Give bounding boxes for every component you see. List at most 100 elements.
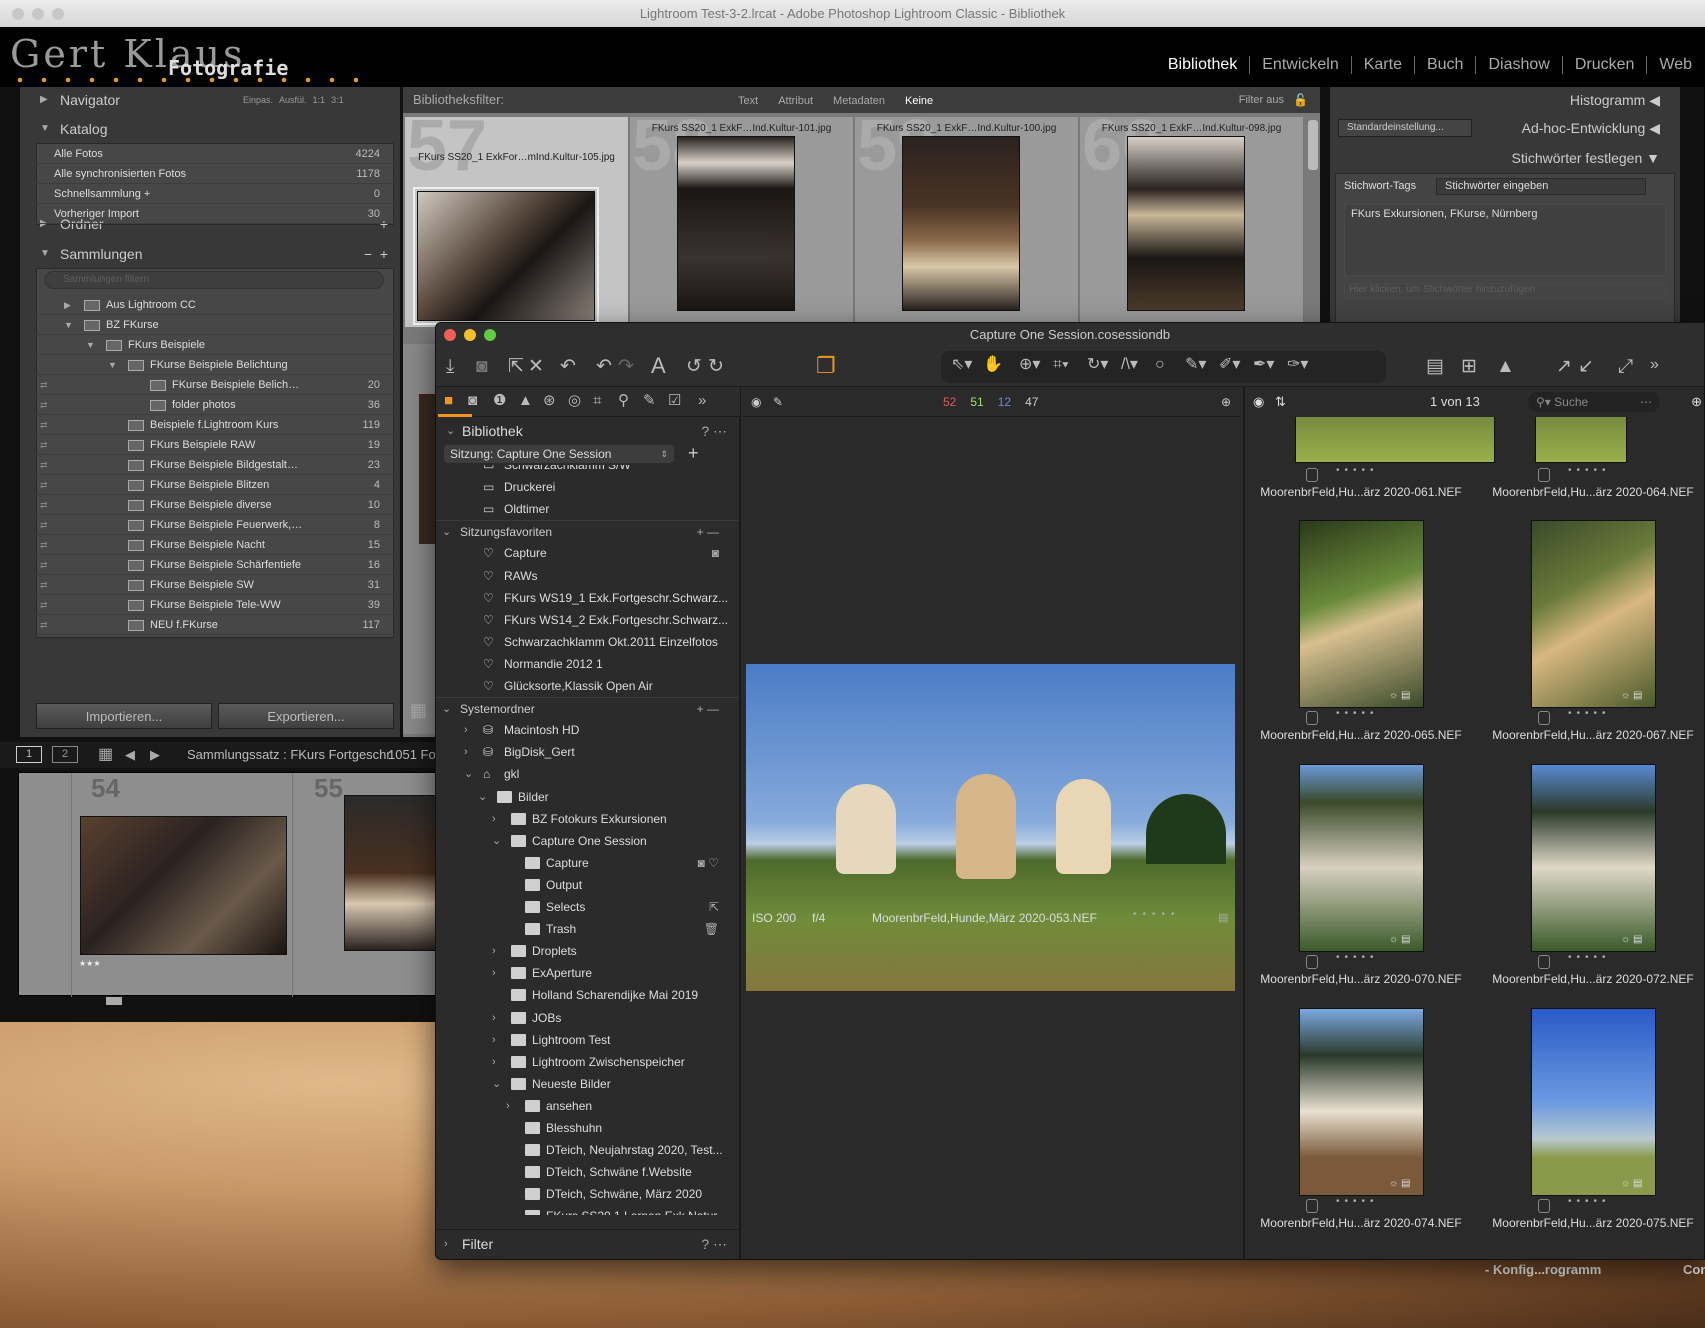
collection-item[interactable]: ⇄ FKurse Beispiele Feuerwerk,… 8 xyxy=(36,515,394,535)
star-rating[interactable]: ••••• xyxy=(1568,1196,1611,1207)
camera-icon[interactable]: ◙ xyxy=(476,357,487,376)
filter-option-keine[interactable]: Keine xyxy=(905,95,933,107)
close-button[interactable] xyxy=(444,329,456,341)
chevron-down-icon[interactable]: ⌄ xyxy=(442,698,451,719)
select-checkbox[interactable] xyxy=(1538,468,1550,482)
module-entwickeln[interactable]: Entwickeln xyxy=(1250,56,1352,74)
library-item[interactable]: DTeich, Schwäne f.Website xyxy=(436,1161,739,1183)
chevron-down-icon[interactable]: ⌄ xyxy=(478,786,487,808)
zoom-option[interactable]: 3:1 xyxy=(331,95,344,105)
forward-arrow-icon[interactable]: ▶ xyxy=(150,742,160,768)
expand-icon[interactable]: ▶ xyxy=(64,295,71,315)
katalog-item[interactable]: Vorheriger Import 30 xyxy=(36,204,394,224)
thumbnail[interactable] xyxy=(1535,417,1627,463)
chevron-down-icon[interactable]: ⌄ xyxy=(442,521,451,542)
rotate-right-icon[interactable]: ↻ xyxy=(708,357,724,376)
chevron-right-icon[interactable]: › xyxy=(492,808,496,830)
library-item[interactable]: ▭ Schwarzachklamm S/W xyxy=(436,465,739,476)
zoom-option[interactable]: 1:1 xyxy=(313,95,326,105)
keywording-header[interactable]: Stichwörter festlegen ▼ xyxy=(1512,150,1660,166)
star-rating[interactable]: ••••• xyxy=(1568,465,1611,476)
chevron-right-icon[interactable]: › xyxy=(492,940,496,962)
star-rating[interactable]: ••••• xyxy=(1336,708,1379,719)
zoom-button[interactable] xyxy=(484,329,496,341)
row-action-icons[interactable]: + — xyxy=(697,698,719,719)
desktop-file-label[interactable]: Con xyxy=(1683,1262,1705,1277)
select-checkbox[interactable] xyxy=(1306,955,1318,969)
grid-view-icon[interactable]: ▦ xyxy=(410,700,427,721)
auto-adjust-icon[interactable]: A xyxy=(651,355,666,377)
adjustments-tab-icon[interactable]: ✎ xyxy=(643,393,656,408)
grid-cell[interactable]: 59 FKurs SS20_1 ExkF…Ind.Kultur-100.jpg xyxy=(855,117,1079,327)
library-item[interactable]: › Lightroom Zwischenspeicher xyxy=(436,1051,739,1073)
adhoc-header[interactable]: Ad-hoc-Entwicklung ◀ xyxy=(1522,120,1660,137)
help-menu-icons[interactable]: ? ⋯ xyxy=(701,1230,727,1258)
collapse-icon[interactable]: ▼ xyxy=(108,355,117,375)
zoom-icon[interactable]: ⊕ xyxy=(1221,387,1231,417)
library-item[interactable]: Selects ⇱ xyxy=(436,896,739,918)
module-karte[interactable]: Karte xyxy=(1352,56,1415,74)
library-item[interactable]: FKurs SS20 1 Lernen Exk.Natur xyxy=(436,1205,739,1215)
preset-select[interactable]: Standardeinstellung... xyxy=(1338,119,1472,137)
sync-icon[interactable]: ⇄ xyxy=(40,375,48,395)
select-checkbox[interactable] xyxy=(1538,711,1550,725)
library-item[interactable]: ▭ Druckerei xyxy=(436,476,739,498)
keystone-tool-icon[interactable]: /\▾ xyxy=(1121,357,1138,373)
session-select[interactable]: Sitzung: Capture One Session ⇕ xyxy=(444,445,674,463)
filmstrip-thumbnail[interactable] xyxy=(80,816,287,955)
library-item[interactable]: › ExAperture xyxy=(436,962,739,984)
library-item[interactable]: ▭ Oldtimer xyxy=(436,498,739,520)
collection-item[interactable]: ⇄ FKurse Beispiele Nacht 15 xyxy=(36,535,394,555)
back-arrow-icon[interactable]: ◀ xyxy=(125,742,135,768)
fullscreen-icon[interactable]: ⤢ xyxy=(1618,357,1633,376)
collapse-icon[interactable]: ▼ xyxy=(64,315,73,335)
thumbnail[interactable] xyxy=(1299,1008,1424,1196)
star-rating[interactable]: ★★★ xyxy=(79,959,101,968)
star-rating[interactable]: ••••• xyxy=(1568,708,1611,719)
histogram-header[interactable]: Histogramm ◀ xyxy=(1570,92,1660,109)
zoom-option[interactable]: Ausfül. xyxy=(279,95,307,105)
library-tab-icon[interactable]: ■ xyxy=(444,393,453,408)
section-header-systemordner[interactable]: ⌄ Systemordner + — xyxy=(436,697,739,719)
star-rating[interactable]: ••••• xyxy=(1568,952,1611,963)
grid-thumbnail[interactable] xyxy=(1127,136,1245,311)
main-image-preview[interactable] xyxy=(746,664,1235,991)
pan-tool-icon[interactable]: ✋ xyxy=(983,357,1003,373)
select-checkbox[interactable] xyxy=(1306,711,1318,725)
library-header[interactable]: ⌄ Bibliothek? ⋯ xyxy=(436,417,739,445)
library-item[interactable]: › ⛁ BigDisk_Gert xyxy=(436,741,739,763)
select-checkbox[interactable] xyxy=(1538,1199,1550,1213)
chevron-down-icon[interactable]: ⌄ xyxy=(464,763,473,785)
navigator-header[interactable]: ▶ Navigator Einpas. Ausfül. 1:1 3:1 xyxy=(20,87,400,113)
import-button[interactable]: Importieren... xyxy=(36,703,212,729)
katalog-item[interactable]: Alle synchronisierten Fotos 1178 xyxy=(36,164,394,184)
color-tab-icon[interactable]: ⊛ xyxy=(543,393,556,408)
module-bibliothek[interactable]: Bibliothek xyxy=(1156,56,1251,74)
thumbnail[interactable] xyxy=(1299,520,1424,708)
library-item[interactable]: ⌄ Bilder xyxy=(436,786,739,808)
library-item[interactable]: › Droplets xyxy=(436,940,739,962)
sync-icon[interactable]: ⇄ xyxy=(40,415,48,435)
row-action-icons[interactable]: ⇱ xyxy=(709,896,719,918)
module-diashow[interactable]: Diashow xyxy=(1476,56,1563,74)
keywords-textarea[interactable]: FKurs Exkursionen, FKurse, Nürnberg xyxy=(1344,204,1666,276)
zoom-icon[interactable]: ⊕ xyxy=(1691,387,1702,417)
sync-icon[interactable]: ⇄ xyxy=(40,395,48,415)
library-item[interactable]: Blesshuhn xyxy=(436,1117,739,1139)
import-icon[interactable]: ⤓ xyxy=(446,357,454,376)
picker-icon[interactable]: ✎ xyxy=(773,387,783,417)
rotate-tool-icon[interactable]: ↻▾ xyxy=(1087,357,1108,373)
collection-item[interactable]: ▼ BZ FKurse xyxy=(36,315,394,335)
desktop-file-label[interactable]: - Konfig...rogramm xyxy=(1485,1262,1601,1277)
select-tool-icon[interactable]: ⇖▾ xyxy=(951,357,972,373)
picker-tool-icon[interactable]: ✑▾ xyxy=(1287,357,1308,373)
collection-item[interactable]: ▼ FKurs Beispiele xyxy=(36,335,394,355)
filmstrip-thumbnail[interactable] xyxy=(344,795,439,951)
composition-tab-icon[interactable]: ⌗ xyxy=(593,393,601,408)
grid-cell[interactable]: 60 FKurs SS20_1 ExkF…Ind.Kultur-098.jpg xyxy=(1080,117,1304,327)
library-item[interactable]: ⌄ ⌂ gkl xyxy=(436,763,739,785)
sync-icon[interactable]: ⇄ xyxy=(40,455,48,475)
collection-item[interactable]: ▶ Aus Lightroom CC xyxy=(36,295,394,315)
gradient-tool-icon[interactable]: ✒▾ xyxy=(1253,357,1274,373)
library-item[interactable]: › BZ Fotokurs Exkursionen xyxy=(436,808,739,830)
